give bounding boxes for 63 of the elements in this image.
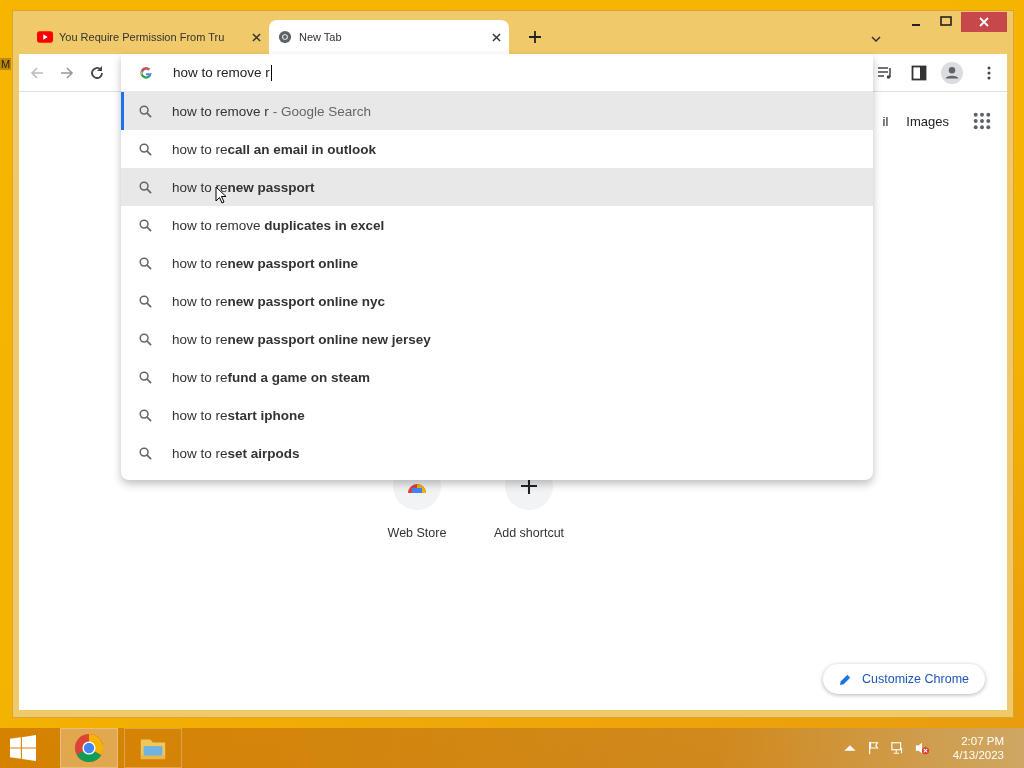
search-icon bbox=[139, 256, 152, 270]
mouse-cursor-icon bbox=[215, 186, 227, 204]
suggestion-item[interactable]: how to remove duplicates in excel bbox=[121, 206, 873, 244]
suggestion-text: how to refund a game on steam bbox=[172, 369, 371, 385]
desktop-icon-label: M bbox=[0, 58, 12, 70]
suggestion-text: how to remove duplicates in excel bbox=[172, 217, 385, 233]
plus-icon[interactable] bbox=[529, 31, 541, 43]
forward-arrow-icon[interactable] bbox=[59, 64, 75, 81]
link[interactable]: Images bbox=[906, 113, 949, 129]
taskbar-button[interactable] bbox=[60, 728, 118, 768]
suggestion-text: how to recall an email in outlook bbox=[172, 141, 377, 157]
suggestion-text: how to reset airpods bbox=[172, 445, 300, 461]
search-icon bbox=[139, 294, 152, 308]
suggestion-item[interactable]: how to renew passport online bbox=[121, 244, 873, 282]
browser-tab[interactable]: New Tab bbox=[269, 20, 509, 54]
suggestion-item[interactable]: how to renew passport online new jersey bbox=[121, 320, 873, 358]
suggestion-text: how to restart iphone bbox=[172, 407, 305, 423]
search-icon bbox=[139, 332, 152, 346]
shortcut-label: Add shortcut bbox=[493, 526, 565, 540]
clock-date: 4/13/2023 bbox=[952, 749, 1004, 761]
browser-logo-icon bbox=[277, 30, 293, 44]
search-icon bbox=[139, 142, 152, 156]
close-icon[interactable] bbox=[492, 32, 501, 42]
search-icon bbox=[139, 180, 152, 194]
apps-grid-icon[interactable] bbox=[973, 112, 991, 130]
link[interactable]: il bbox=[882, 113, 889, 129]
tab-title: New Tab bbox=[299, 31, 343, 43]
side-panel-icon[interactable] bbox=[911, 64, 927, 81]
profile-avatar-icon[interactable] bbox=[941, 61, 963, 84]
search-icon bbox=[139, 408, 152, 422]
windows-logo-icon[interactable] bbox=[10, 735, 36, 761]
suggestion-text: how to renew passport online new jersey bbox=[172, 331, 431, 347]
pencil-icon bbox=[839, 672, 852, 686]
suggestion-item[interactable]: how to reset airpods bbox=[121, 434, 873, 472]
browser-tab[interactable]: You Require Permission From Tru bbox=[29, 20, 269, 54]
suggestion-item[interactable]: how to recall an email in outlook bbox=[121, 130, 873, 168]
media-queue-icon[interactable] bbox=[877, 64, 893, 81]
suggestion-item[interactable]: how to restart iphone bbox=[121, 396, 873, 434]
suggestion-text: how to renew passport online bbox=[172, 255, 359, 271]
chevron-down-icon[interactable] bbox=[871, 36, 881, 42]
search-icon bbox=[139, 104, 152, 118]
shortcut-label: Web Store bbox=[387, 526, 447, 540]
suggestion-item[interactable]: how to renew passport online nyc bbox=[121, 282, 873, 320]
suggestion-item[interactable]: how to remove r - Google Search bbox=[121, 92, 873, 130]
speaker-muted-icon[interactable] bbox=[914, 741, 929, 755]
reload-icon[interactable] bbox=[89, 64, 105, 81]
suggestion-item[interactable]: how to refund a game on steam bbox=[121, 358, 873, 396]
search-icon bbox=[139, 446, 152, 460]
suggestion-text: how to renew passport online nyc bbox=[172, 293, 386, 309]
tab-title: You Require Permission From Tru bbox=[59, 31, 226, 43]
flag-icon[interactable] bbox=[866, 741, 881, 755]
clock-time: 2:07 PM bbox=[961, 735, 1004, 747]
close-icon[interactable] bbox=[252, 32, 261, 42]
video-logo-icon bbox=[37, 30, 53, 44]
search-engine-logo-icon bbox=[139, 65, 153, 80]
browser-logo-icon bbox=[74, 733, 104, 763]
address-field[interactable]: how to remove r bbox=[173, 64, 272, 81]
plus-icon bbox=[519, 478, 539, 494]
search-icon bbox=[139, 370, 152, 384]
customize-button[interactable]: Customize Chrome bbox=[823, 664, 985, 694]
search-icon bbox=[139, 218, 152, 232]
suggestion-hint: - Google Search bbox=[272, 103, 372, 119]
suggestion-text: how to remove r bbox=[172, 103, 269, 119]
